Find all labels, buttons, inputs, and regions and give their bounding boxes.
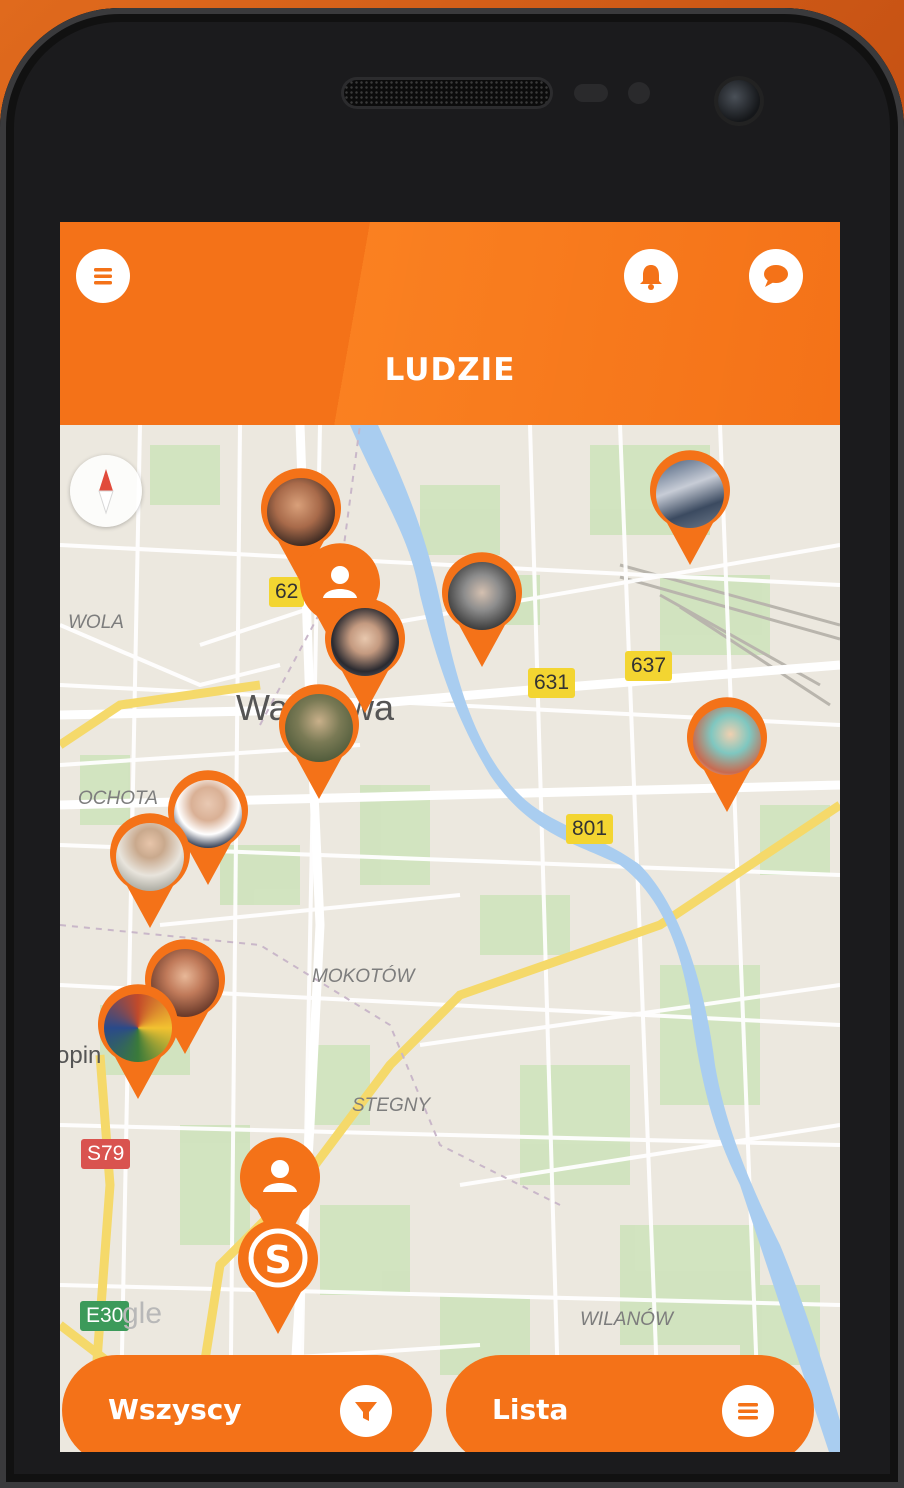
user-map-pin[interactable] (274, 683, 364, 799)
page-title: LUDZIE (384, 352, 516, 388)
list-icon (722, 1385, 774, 1437)
user-avatar (331, 608, 399, 676)
map-watermark: gle (122, 1297, 163, 1330)
filter-button[interactable]: Wszyscy (62, 1355, 432, 1452)
light-sensor (628, 82, 650, 104)
district-label-mokotow: MOKOTÓW (312, 966, 415, 987)
list-label: Lista (492, 1393, 569, 1426)
notifications-button[interactable] (624, 249, 678, 303)
district-label-stegny: STEGNY (352, 1095, 431, 1116)
list-view-button[interactable]: Lista (446, 1355, 814, 1452)
funnel-icon (340, 1385, 392, 1437)
user-avatar (285, 694, 353, 762)
earpiece-speaker (344, 80, 550, 106)
user-map-pin[interactable] (682, 696, 772, 812)
route-sign: S79 (81, 1139, 131, 1169)
bell-icon (640, 265, 662, 290)
compass-icon (98, 469, 114, 515)
menu-button[interactable] (76, 249, 130, 303)
user-avatar (267, 478, 335, 546)
filter-label: Wszyscy (108, 1393, 242, 1426)
user-avatar (448, 562, 516, 630)
road-sign: 801 (566, 814, 614, 844)
user-map-pin[interactable] (645, 449, 735, 565)
road-sign: 637 (625, 651, 673, 681)
district-label-wilanow: WILANÓW (580, 1309, 673, 1330)
user-avatar (116, 823, 184, 891)
user-map-pin[interactable] (437, 551, 527, 667)
app-screen: LUDZIE WOLA OCHOTA MOKOTÓW STEGNY WILANÓ… (60, 222, 840, 1452)
chat-button[interactable] (749, 249, 803, 303)
sponsored-pin[interactable]: S (233, 1218, 323, 1334)
map-view[interactable]: WOLA OCHOTA MOKOTÓW STEGNY WILANÓW Wa wa… (60, 425, 840, 1452)
user-map-pin[interactable] (93, 983, 183, 1099)
pin-marker-icon: S (238, 1219, 318, 1334)
user-avatar (693, 707, 761, 775)
front-camera (718, 80, 760, 122)
chat-bubble-icon (764, 265, 788, 287)
user-avatar (104, 994, 172, 1062)
district-label-ochota: OCHOTA (78, 788, 158, 809)
user-avatar (656, 460, 724, 528)
app-header: LUDZIE (60, 222, 840, 425)
dollar-sign-icon: S (264, 1238, 291, 1282)
proximity-sensor (574, 84, 608, 102)
road-sign: 631 (528, 668, 576, 698)
menu-icon (94, 268, 112, 285)
user-map-pin[interactable] (105, 812, 195, 928)
district-label-wola: WOLA (68, 612, 124, 633)
compass-button[interactable] (70, 455, 142, 527)
